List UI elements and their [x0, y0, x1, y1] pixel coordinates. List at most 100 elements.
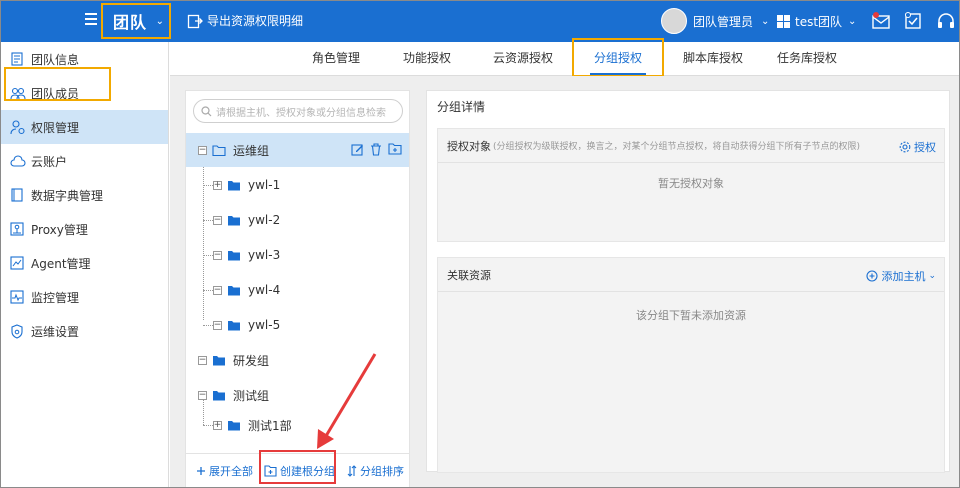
tab-task-library-auth[interactable]: 任务库授权	[773, 42, 841, 75]
collapse-toggle-icon[interactable]: −	[198, 390, 207, 400]
authorize-button[interactable]: 授权	[899, 139, 936, 155]
collapse-toggle-icon[interactable]: −	[213, 215, 222, 225]
export-permissions-button[interactable]: 导出资源权限明细	[187, 12, 303, 29]
collapse-toggle-icon[interactable]: −	[213, 285, 222, 295]
section-title: 授权对象	[447, 139, 491, 153]
tree-node-test-dept-1[interactable]: + 测试1部	[213, 408, 292, 442]
menu-icon[interactable]	[85, 13, 97, 25]
top-bar: 团队 ⌄ 导出资源权限明细 团队管理员 ⌄ test团队 ⌄	[1, 1, 959, 42]
tree-node-ops-group[interactable]: − 运维组	[186, 133, 409, 167]
folder-icon	[212, 144, 226, 156]
tree-connector	[203, 290, 213, 291]
tree-node-label: ywl-3	[248, 248, 281, 262]
collapse-toggle-icon[interactable]: −	[213, 250, 222, 260]
folder-icon	[213, 355, 225, 365]
team-switcher-label: 团队	[113, 13, 148, 32]
tab-bar: 角色管理 功能授权 云资源授权 分组授权 脚本库授权 任务库授权	[170, 38, 959, 77]
tree-connector	[203, 155, 204, 320]
empty-state: 该分组下暂未添加资源	[636, 309, 746, 322]
expand-toggle-icon[interactable]: +	[213, 420, 222, 430]
checklist-icon[interactable]	[903, 11, 923, 31]
tree-search-input[interactable]: 请根据主机、授权对象或分组信息检索	[193, 99, 403, 123]
org-name: test团队	[795, 15, 843, 29]
expand-all-button[interactable]: 展开全部	[196, 463, 253, 479]
trash-icon[interactable]	[370, 143, 382, 156]
tree-node-label: 测试1部	[248, 418, 292, 433]
folder-icon	[228, 180, 240, 190]
empty-state: 暂无授权对象	[658, 177, 724, 190]
tree-connector	[203, 325, 213, 326]
folder-icon	[213, 390, 225, 400]
headset-icon[interactable]	[936, 11, 956, 31]
tree-node-label: ywl-4	[248, 283, 281, 297]
chevron-down-icon: ⌄	[928, 271, 936, 281]
highlight-box	[572, 38, 664, 77]
tab-role-management[interactable]: 角色管理	[304, 42, 368, 75]
tree-connector	[203, 255, 213, 256]
collapse-toggle-icon[interactable]: −	[198, 145, 207, 155]
folder-icon	[228, 215, 240, 225]
proxy-icon	[10, 222, 24, 236]
node-actions	[351, 143, 402, 156]
user-name: 团队管理员	[693, 14, 754, 29]
tab-cloud-resource-auth[interactable]: 云资源授权	[490, 42, 556, 75]
add-host-label: 添加主机	[881, 270, 926, 283]
sidebar-item-monitoring[interactable]: 监控管理	[1, 280, 168, 314]
avatar	[661, 8, 687, 34]
chevron-down-icon: ⌄	[155, 15, 164, 27]
tree-node-test-group[interactable]: − 测试组	[198, 378, 269, 412]
export-permissions-label: 导出资源权限明细	[207, 14, 304, 28]
sidebar-item-permissions[interactable]: 权限管理	[1, 110, 168, 144]
tree-node-label: 研发组	[233, 353, 270, 368]
tab-script-library-auth[interactable]: 脚本库授权	[680, 42, 746, 75]
authorize-label: 授权	[914, 141, 936, 154]
group-sort-button[interactable]: 分组排序	[347, 463, 404, 479]
highlight-box	[4, 67, 111, 101]
folder-icon	[228, 320, 240, 330]
mail-icon[interactable]	[871, 11, 891, 31]
group-sort-label: 分组排序	[360, 464, 404, 478]
tree-node-ywl-5[interactable]: − ywl-5	[213, 308, 280, 342]
book-icon	[11, 188, 23, 202]
sidebar-item-data-dictionary[interactable]: 数据字典管理	[1, 178, 168, 212]
user-menu[interactable]: 团队管理员 ⌄	[661, 8, 769, 34]
org-switcher[interactable]: test团队 ⌄	[777, 13, 856, 30]
tree-connector	[203, 185, 213, 186]
tree-node-ywl-2[interactable]: − ywl-2	[213, 203, 280, 237]
content-area: 请根据主机、授权对象或分组信息检索 − 运维组 + ywl-1 − ywl-2 …	[170, 76, 959, 487]
monitor-icon	[10, 290, 24, 304]
group-detail-title: 分组详情	[437, 100, 486, 114]
expand-toggle-icon[interactable]: +	[213, 180, 222, 190]
folder-icon	[228, 250, 240, 260]
sidebar-item-proxy[interactable]: Proxy管理	[1, 212, 168, 246]
tree-node-label: ywl-1	[248, 178, 281, 192]
sidebar-item-label: 权限管理	[31, 120, 80, 135]
export-icon	[187, 14, 203, 28]
tree-node-ywl-1[interactable]: + ywl-1	[213, 168, 280, 202]
collapse-toggle-icon[interactable]: −	[213, 320, 222, 330]
group-detail-panel: 分组详情 授权对象 (分组授权为级联授权，换言之，对某个分组节点授权，将自动获得…	[426, 90, 950, 473]
collapse-toggle-icon[interactable]: −	[198, 355, 207, 365]
tree-node-dev-group[interactable]: − 研发组	[198, 343, 269, 377]
shield-gear-icon	[11, 323, 23, 339]
tree-node-ywl-3[interactable]: − ywl-3	[213, 238, 280, 272]
sidebar-item-ops-settings[interactable]: 运维设置	[1, 314, 168, 348]
add-host-button[interactable]: 添加主机 ⌄	[866, 268, 936, 284]
sidebar-item-agent[interactable]: Agent管理	[1, 246, 168, 280]
edit-icon[interactable]	[351, 143, 364, 156]
tree-node-label: 测试组	[233, 388, 270, 403]
related-resources-section: 关联资源 添加主机 ⌄ 该分组下暂未添加资源	[437, 257, 945, 473]
add-subgroup-icon[interactable]	[388, 143, 402, 155]
gear-icon	[899, 141, 911, 153]
tree-search-placeholder: 请根据主机、授权对象或分组信息检索	[216, 107, 386, 119]
tree-node-ywl-4[interactable]: − ywl-4	[213, 273, 280, 307]
group-tree-panel: 请根据主机、授权对象或分组信息检索 − 运维组 + ywl-1 − ywl-2 …	[185, 90, 410, 487]
team-switcher[interactable]: 团队 ⌄	[101, 3, 171, 39]
expand-all-label: 展开全部	[209, 464, 253, 478]
section-hint: (分组授权为级联授权，换言之，对某个分组节点授权，将自动获得分组下所有子节点的权…	[493, 142, 861, 152]
sidebar-item-cloud-account[interactable]: 云账户	[1, 144, 168, 178]
chevron-down-icon: ⌄	[761, 15, 770, 27]
tree-node-label: ywl-2	[248, 213, 281, 227]
tab-function-auth[interactable]: 功能授权	[399, 42, 455, 75]
sidebar-item-label: 监控管理	[31, 290, 80, 305]
